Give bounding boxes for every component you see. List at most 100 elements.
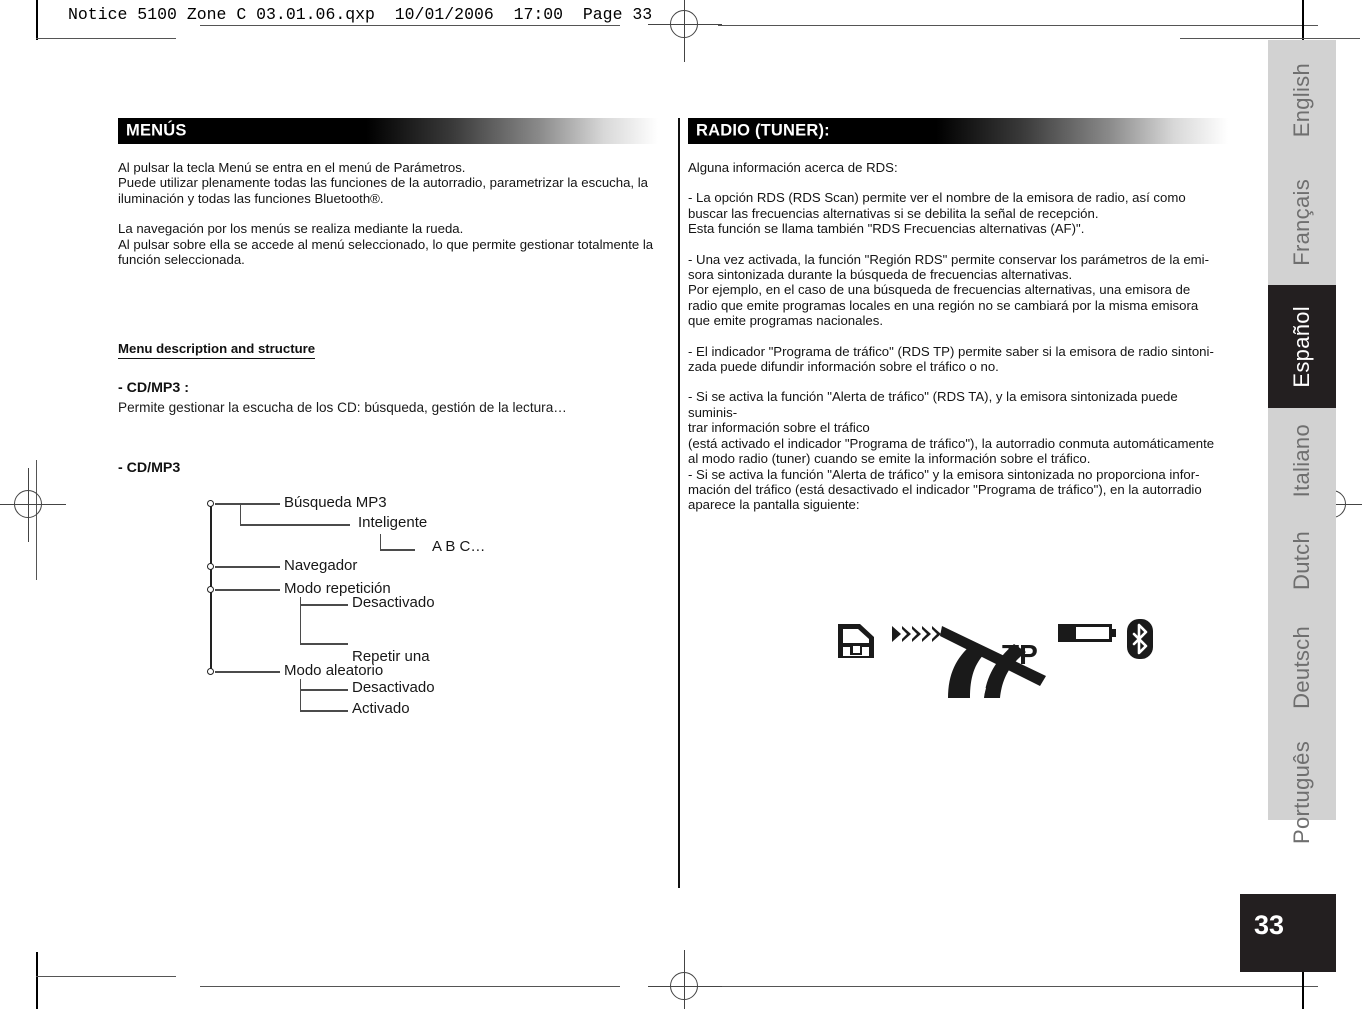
- trim-rule-left-top: [36, 0, 38, 40]
- road-tp-crossed-out-icon: TP: [940, 614, 1052, 703]
- manual-page: Notice 5100 Zone C 03.01.06.qxp 10/01/20…: [0, 0, 1362, 1009]
- radio-p4-l2: trar información sobre el tráfico: [688, 420, 870, 436]
- column-divider: [678, 118, 680, 888]
- menus-intro-text: Al pulsar la tecla Menú se entra en el m…: [118, 160, 658, 267]
- radio-tuner-section-band: RADIO (TUNER):: [688, 118, 1228, 144]
- menus-section-band: MENÚS: [118, 118, 658, 144]
- tree-connector-aleatorio-vertical: [300, 679, 302, 712]
- radio-p4-l1: - Si se activa la función "Alerta de trá…: [688, 389, 1178, 420]
- menu-description-heading-wrap: Menu description and structure: [118, 340, 658, 360]
- cdmp3-tree-title: - CD/MP3: [118, 460, 181, 477]
- tree-connector-inteligente-horizontal: [240, 524, 350, 526]
- radio-p1-l3: Esta función se llama también "RDS Frecu…: [688, 221, 1085, 237]
- trim-rule-bottom-left: [36, 976, 176, 977]
- tree-connector-rep-desactivado: [300, 604, 348, 606]
- tree-label-abc: A B C…: [432, 538, 486, 556]
- language-tabs-rail: English Français Español Italiano Dutch …: [1268, 40, 1336, 844]
- radio-p3-l1: - El indicador "Programa de tráfico" (RD…: [688, 343, 1214, 359]
- radio-p2-l5: que emite programas nacionales.: [688, 313, 883, 329]
- registration-mark-top: [648, 0, 722, 62]
- language-tab-espanol[interactable]: Español: [1268, 285, 1336, 408]
- language-tab-label: Español: [1289, 305, 1314, 388]
- cdmp3-item-description: Permite gestionar la escucha de los CD: …: [118, 400, 567, 416]
- radio-p5-l1: - Si se activa la función "Alerta de trá…: [688, 466, 1200, 482]
- radio-p2-l4: radio que emite programas locales en una…: [688, 297, 1199, 313]
- registration-mark-ring: [670, 10, 698, 38]
- tree-label-ale-activado: Activado: [352, 700, 410, 718]
- tree-branch-repeticion: [215, 589, 280, 591]
- trim-rule-bottom-center-right: [718, 986, 1318, 987]
- trim-rule-top-center-right: [718, 25, 1318, 26]
- language-tab-italiano[interactable]: Italiano: [1268, 408, 1336, 513]
- registration-mark-bottom: [648, 950, 722, 1009]
- trim-rule-top-right: [1180, 38, 1360, 39]
- language-tab-label: English: [1289, 62, 1314, 138]
- radio-tuner-section-title: RADIO (TUNER):: [696, 121, 830, 140]
- print-header-text: Notice 5100 Zone C 03.01.06.qxp 10/01/20…: [68, 5, 653, 24]
- language-tab-label: Dutch: [1289, 531, 1314, 590]
- radio-p1-l1: - La opción RDS (RDS Scan) permite ver e…: [688, 190, 1186, 206]
- tree-label-busqueda-mp3: Búsqueda MP3: [284, 494, 387, 512]
- tree-branch-navegador: [215, 566, 280, 568]
- page-number-block: 33: [1240, 894, 1336, 972]
- tree-label-ale-desactivado: Desactivado: [352, 679, 435, 697]
- tree-connector-ale-activado: [300, 710, 348, 712]
- radio-p5-l2: mación del tráfico (está desactivado el …: [688, 481, 1202, 497]
- battery-level-icon: [1058, 624, 1116, 647]
- menus-intro-p2-l1: La navegación por los menús se realiza m…: [118, 221, 464, 237]
- registration-mark-left: [0, 468, 66, 542]
- radio-p4-l4: al modo radio (tuner) cuando se emite la…: [688, 451, 1091, 467]
- radio-p2-l1: - Una vez activada, la función "Región R…: [688, 251, 1209, 267]
- tree-label-rep-desactivado: Desactivado: [352, 594, 435, 612]
- tree-node-marker-repeticion: [207, 586, 214, 594]
- right-column: RADIO (TUNER): Alguna información acerca…: [688, 118, 1228, 513]
- trim-rule-top-center-left: [200, 25, 620, 26]
- tree-node-marker-navegador: [207, 563, 214, 571]
- menu-description-heading: Menu description and structure: [118, 341, 316, 360]
- trim-rule-top-left: [36, 38, 176, 39]
- registration-mark-ring: [670, 972, 698, 1000]
- radio-display-illustration: TP: [832, 604, 1172, 700]
- menus-intro-p2-l2: Al pulsar sobre ella se accede al menú s…: [118, 236, 654, 252]
- tree-branch-busqueda: [215, 503, 280, 505]
- radio-p2-l3: Por ejemplo, en el caso de una búsqueda …: [688, 282, 1191, 298]
- radio-p1-l2: buscar las frecuencias alternativas si s…: [688, 205, 1099, 221]
- trim-rule-left-bottom: [36, 952, 38, 1009]
- radio-intro: Alguna información acerca de RDS:: [688, 160, 898, 175]
- registration-mark-ring: [14, 490, 42, 518]
- language-tab-label: Français: [1289, 179, 1314, 266]
- page-number: 33: [1254, 910, 1285, 940]
- language-tab-label: Português: [1289, 740, 1314, 844]
- language-tab-portugues[interactable]: Português: [1268, 726, 1336, 858]
- tree-connector-inteligente-vertical: [240, 503, 242, 525]
- tree-connector-rep-repetir-una: [300, 643, 348, 645]
- language-tab-francais[interactable]: Français: [1268, 160, 1336, 285]
- cdmp3-menu-tree: Búsqueda MP3 Inteligente A B C… Navegado…: [200, 490, 630, 730]
- radio-p5-l3: aparece la pantalla siguiente:: [688, 497, 860, 513]
- radio-p3-l2: zada puede difundir información sobre el…: [688, 359, 999, 375]
- language-tab-dutch[interactable]: Dutch: [1268, 513, 1336, 608]
- menus-intro-p2-l3: función seleccionada.: [118, 252, 245, 268]
- cdmp3-item-title: - CD/MP3 :: [118, 380, 189, 397]
- language-tab-english[interactable]: English: [1268, 40, 1336, 160]
- disc-folder-icon: [836, 618, 876, 665]
- bluetooth-icon: [1126, 618, 1154, 665]
- left-column: MENÚS Al pulsar la tecla Menú se entra e…: [118, 118, 658, 730]
- radio-tuner-body: Alguna información acerca de RDS: - La o…: [688, 160, 1228, 513]
- radio-p2-l2: sora sintonizada durante la búsqueda de …: [688, 267, 1073, 283]
- tree-node-marker-aleatorio: [207, 668, 214, 676]
- menus-intro-p1-l1: Al pulsar la tecla Menú se entra en el m…: [118, 160, 466, 175]
- language-tab-deutsch[interactable]: Deutsch: [1268, 608, 1336, 726]
- language-tab-label: Italiano: [1289, 423, 1314, 498]
- tree-node-marker-busqueda: [207, 500, 214, 508]
- menus-section-title: MENÚS: [126, 121, 187, 140]
- language-tab-label: Deutsch: [1289, 625, 1314, 709]
